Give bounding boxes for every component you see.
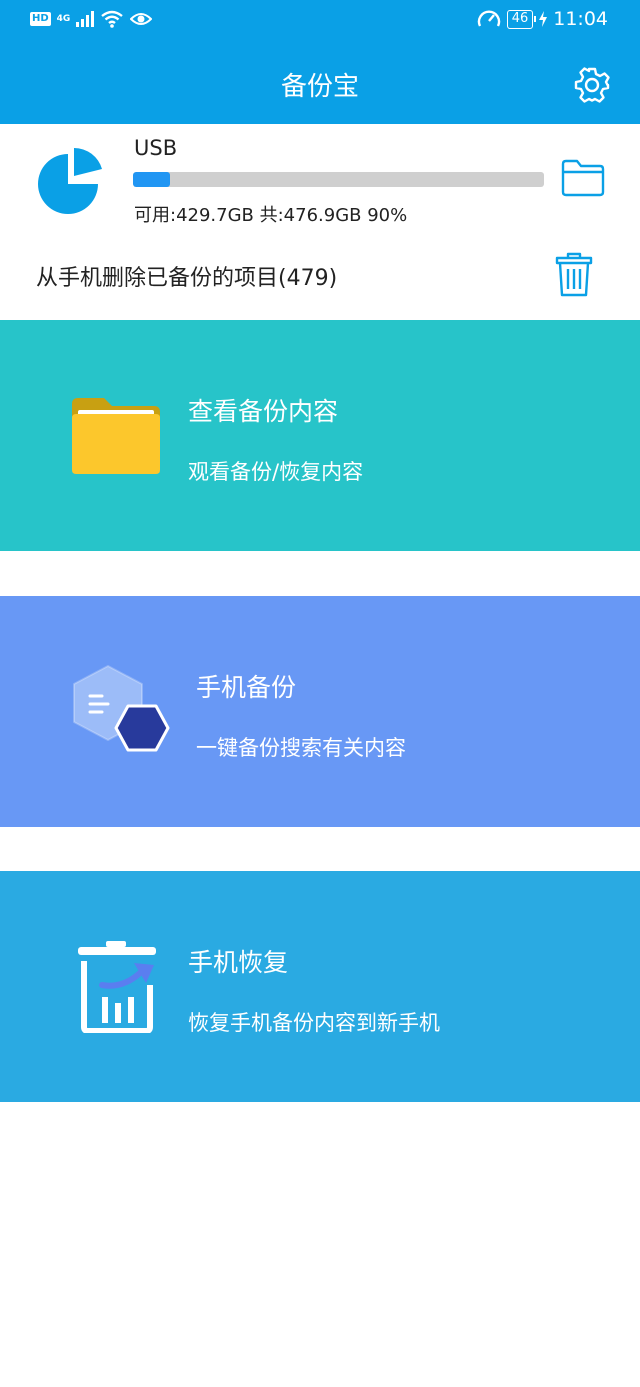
- trash-icon[interactable]: [554, 252, 594, 298]
- status-left: HD 4G: [30, 10, 153, 28]
- card-subtitle: 一键备份搜索有关内容: [196, 736, 406, 760]
- restore-bin-icon: [78, 941, 156, 1033]
- card-title: 手机恢复: [188, 948, 289, 977]
- hexagon-backup-icon: [73, 665, 170, 752]
- view-backup-card[interactable]: 查看备份内容 观看备份/恢复内容: [0, 320, 640, 551]
- phone-restore-card[interactable]: 手机恢复 恢复手机备份内容到新手机: [0, 871, 640, 1102]
- hd-badge: HD: [30, 12, 51, 26]
- clock: 11:04: [553, 8, 608, 30]
- delete-backed-up-item[interactable]: 从手机删除已备份的项目(479): [36, 260, 337, 292]
- capacity-text: 可用:429.7GB 共:476.9GB 90%: [134, 205, 408, 226]
- wifi-icon: [101, 10, 124, 28]
- status-right: 46 11:04: [477, 8, 608, 30]
- card-title: 查看备份内容: [188, 397, 339, 426]
- card-subtitle: 恢复手机备份内容到新手机: [188, 1011, 440, 1035]
- speedometer-icon: [477, 10, 500, 27]
- eye-icon: [130, 13, 153, 25]
- card-subtitle: 观看备份/恢复内容: [188, 460, 364, 484]
- charging-icon: [539, 11, 548, 27]
- network-type: 4G: [56, 13, 71, 24]
- phone-backup-card[interactable]: 手机备份 一键备份搜索有关内容: [0, 596, 640, 827]
- device-name: USB: [134, 136, 178, 160]
- settings-gear-icon[interactable]: [573, 66, 611, 104]
- storage-panel: USB 可用:429.7GB 共:476.9GB 90% 从手机删除已备份的项目…: [0, 124, 640, 320]
- status-bar: HD 4G 46 11:04: [0, 0, 640, 44]
- folder-icon: [72, 398, 160, 474]
- page-title: 备份宝: [280, 72, 359, 102]
- battery-indicator: 46: [506, 9, 536, 29]
- card-title: 手机备份: [196, 673, 297, 702]
- app-bar: HD 4G 46 11:04 备份宝: [0, 0, 640, 124]
- storage-progress-fill: [133, 172, 170, 187]
- open-folder-icon[interactable]: [560, 158, 606, 198]
- storage-progress-bar: [133, 172, 544, 187]
- storage-pie-icon: [38, 147, 102, 214]
- signal-icon: [76, 11, 95, 27]
